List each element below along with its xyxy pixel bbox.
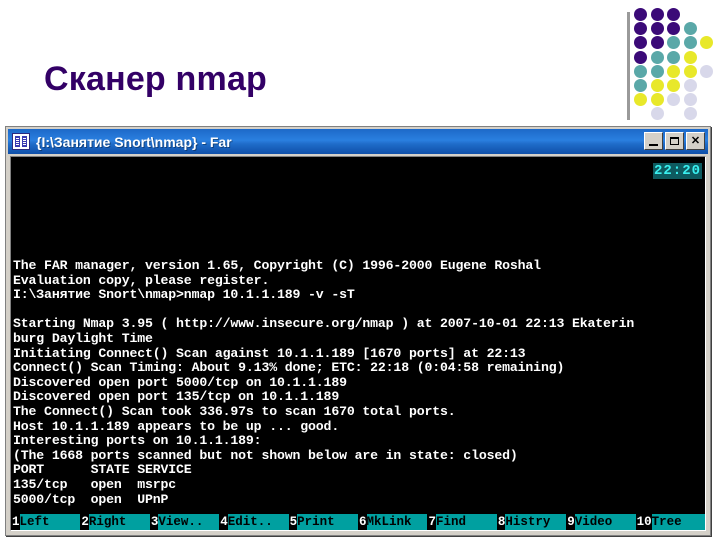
decorative-dot-grid [634, 8, 720, 124]
decor-dot [634, 64, 647, 78]
decor-dot [667, 79, 681, 92]
decor-dot [683, 79, 697, 92]
decor-dot [650, 22, 664, 36]
decor-dot [650, 79, 664, 92]
decor-dot [683, 93, 697, 107]
function-key-number: 8 [496, 514, 506, 530]
decor-dot [667, 64, 681, 78]
function-key-number: 2 [80, 514, 89, 530]
window-controls: ✕ [644, 132, 705, 150]
function-key-7[interactable]: 7 Find [427, 514, 497, 530]
function-key-label: Left [19, 514, 81, 530]
function-key-9[interactable]: 9 Video [566, 514, 636, 530]
function-key-8[interactable]: 8 Histry [496, 514, 567, 530]
function-key-10[interactable]: 10 Tree [635, 514, 705, 530]
console-line: PORT STATE SERVICE [13, 462, 192, 478]
console-line: burg Daylight Time [13, 330, 153, 346]
decor-dot [650, 36, 664, 50]
decor-dot [634, 8, 647, 21]
console-line: Evaluation copy, please register. [13, 272, 270, 288]
decor-dot [650, 50, 664, 64]
function-key-label: View.. [158, 514, 220, 530]
console-line: Interesting ports on 10.1.1.189: [13, 433, 262, 449]
console-line: The Connect() Scan took 336.97s to scan … [13, 403, 456, 419]
console-line: Discovered open port 135/tcp on 10.1.1.1… [13, 389, 340, 405]
page-title: Сканер nmap [44, 60, 268, 98]
decor-dot [634, 36, 647, 50]
decor-dot [634, 22, 647, 36]
function-key-bar: 1 Left 2 Right 3 View.. 4 Edit.. 5 Print 6 MkLink 7 F… [11, 514, 705, 530]
function-key-label: Right [88, 514, 150, 530]
decor-dot [667, 8, 681, 21]
function-key-6[interactable]: 6 MkLink [358, 514, 428, 530]
function-key-1[interactable]: 1 Left [11, 514, 81, 530]
decor-dot [667, 22, 681, 36]
function-key-5[interactable]: 5 Print [288, 514, 359, 530]
decor-dot [683, 22, 697, 36]
close-button[interactable]: ✕ [686, 132, 705, 150]
decor-dot [650, 64, 664, 78]
decor-dot [683, 50, 697, 64]
function-key-3[interactable]: 3 View.. [149, 514, 220, 530]
console-area[interactable]: 22:20 The FAR manager, version 1.65, Cop… [10, 156, 706, 531]
far-manager-icon [12, 133, 30, 150]
function-key-label: MkLink [366, 514, 428, 530]
console-output: The FAR manager, version 1.65, Copyright… [13, 258, 703, 530]
function-key-number: 10 [635, 514, 652, 530]
decor-dot [700, 36, 714, 50]
function-key-number: 4 [219, 514, 228, 530]
window-title: {I:\Занятие Snort\nmap} - Far [36, 133, 232, 150]
console-line: I:\Занятие Snort\nmap>nmap 10.1.1.189 -v… [13, 287, 355, 303]
console-line: 5000/tcp open UPnP [13, 491, 169, 507]
console-line: Starting Nmap 3.95 ( http://www.insecure… [13, 316, 635, 332]
function-key-number: 5 [288, 514, 298, 530]
decor-dot [667, 50, 681, 64]
console-line: Connect() Scan Timing: About 9.13% done;… [13, 360, 565, 376]
function-key-label: Video [574, 514, 636, 530]
decor-dot [683, 107, 697, 121]
function-key-2[interactable]: 2 Right [80, 514, 150, 530]
decor-dot [650, 107, 664, 121]
console-line: Host 10.1.1.189 appears to be up ... goo… [13, 418, 340, 434]
function-key-label: Print [297, 514, 359, 530]
console-line: Initiating Connect() Scan against 10.1.1… [13, 345, 526, 361]
decor-dot [667, 36, 681, 50]
console-line: The FAR manager, version 1.65, Copyright… [13, 258, 541, 273]
decor-dot [650, 93, 664, 107]
decor-dot [700, 64, 714, 78]
function-key-number: 3 [149, 514, 159, 530]
console-line: (The 1668 ports scanned but not shown be… [13, 447, 518, 463]
minimize-button[interactable] [644, 132, 663, 150]
console-clock: 22:20 [652, 163, 702, 179]
function-key-4[interactable]: 4 Edit.. [219, 514, 289, 530]
function-key-label: Edit.. [227, 514, 289, 530]
decor-dot [634, 50, 647, 64]
console-line: Discovered open port 5000/tcp on 10.1.1.… [13, 374, 347, 390]
function-key-label: Tree [651, 514, 705, 530]
decor-dot [650, 8, 664, 21]
restore-button[interactable] [665, 132, 684, 150]
far-manager-window: {I:\Занятие Snort\nmap} - Far ✕ 22:20 Th… [5, 126, 711, 536]
function-key-label: Find [435, 514, 497, 530]
decor-dot [683, 36, 697, 50]
decor-dot [667, 93, 681, 107]
window-titlebar[interactable]: {I:\Занятие Snort\nmap} - Far ✕ [8, 129, 708, 154]
console-line: 135/tcp open msrpc [13, 476, 177, 492]
function-key-label: Histry [505, 514, 567, 530]
decor-dot [683, 64, 697, 78]
function-key-number: 1 [11, 514, 20, 530]
function-key-number: 7 [427, 514, 436, 530]
function-key-number: 9 [566, 514, 575, 530]
decor-dot [634, 79, 647, 92]
header-divider [627, 12, 630, 120]
decor-dot [634, 93, 647, 107]
function-key-number: 6 [358, 514, 367, 530]
